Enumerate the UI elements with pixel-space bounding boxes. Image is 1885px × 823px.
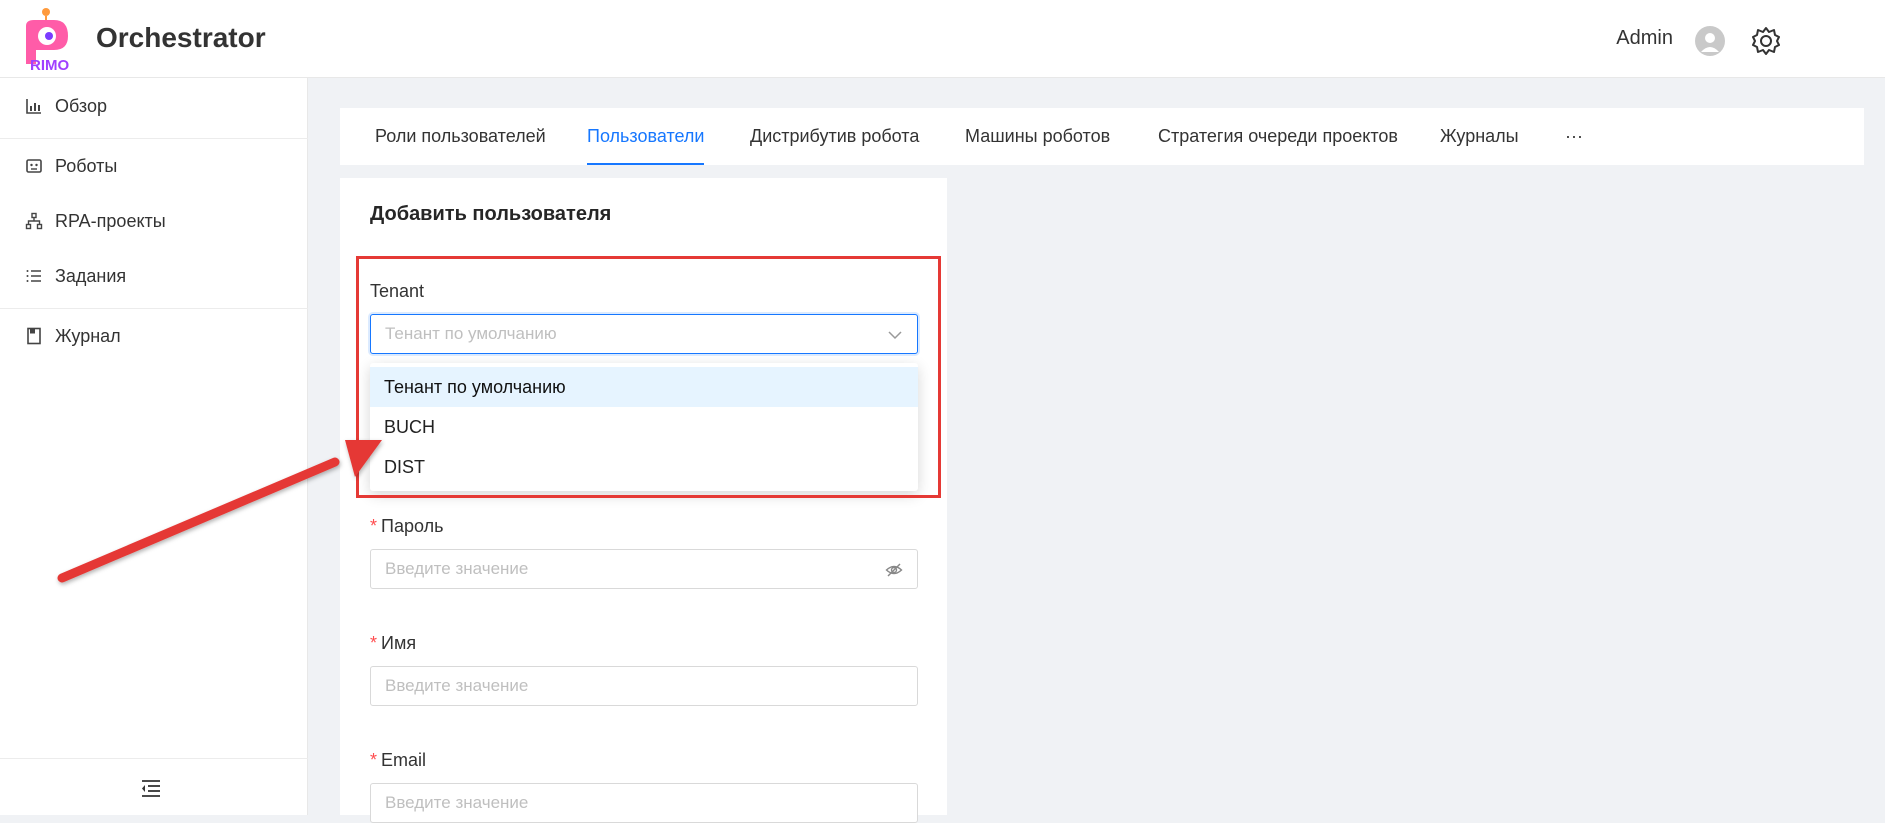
menu-fold-icon[interactable] bbox=[138, 775, 164, 801]
annotation-highlight-box bbox=[356, 256, 941, 498]
tab-more[interactable]: ··· bbox=[1565, 108, 1583, 165]
book-icon bbox=[27, 327, 41, 345]
panel-title: Добавить пользователя bbox=[370, 203, 612, 225]
tab-logs[interactable]: Журналы bbox=[1440, 108, 1519, 165]
email-label: * Email bbox=[370, 750, 427, 770]
user-avatar-icon[interactable] bbox=[1695, 26, 1725, 56]
primo-logo-icon[interactable]: RIMO bbox=[20, 6, 78, 72]
password-label: * Пароль bbox=[370, 516, 444, 536]
robot-icon bbox=[26, 159, 42, 173]
tab-users[interactable]: Пользователи bbox=[587, 108, 705, 165]
sidebar-item-label: Роботы bbox=[55, 155, 118, 176]
top-header: RIMO Orchestrator Admin bbox=[0, 0, 1885, 78]
eye-invisible-icon[interactable] bbox=[885, 561, 903, 579]
svg-text:RIMO: RIMO bbox=[30, 57, 69, 72]
bar-chart-icon bbox=[26, 99, 41, 114]
hierarchy-icon bbox=[25, 212, 43, 230]
sidebar-item-label: Задания bbox=[55, 265, 127, 286]
sidebar-item-label: RPA-проекты bbox=[55, 210, 166, 231]
user-name[interactable]: Admin bbox=[1616, 27, 1673, 50]
tab-user-roles[interactable]: Роли пользователей bbox=[375, 108, 546, 165]
app-title: Orchestrator bbox=[96, 22, 266, 53]
tab-robot-distribution[interactable]: Дистрибутив робота bbox=[750, 108, 919, 165]
sidebar-item-rpa-projects[interactable]: RPA-проекты bbox=[0, 193, 308, 249]
password-placeholder: Введите значение bbox=[385, 559, 529, 578]
required-mark: * bbox=[370, 633, 378, 653]
tab-robot-machines[interactable]: Машины роботов bbox=[965, 108, 1110, 165]
sidebar-item-label: Журнал bbox=[55, 325, 121, 346]
list-icon bbox=[26, 270, 41, 282]
sidebar: Обзор Роботы RPA-проекты Задания Журнал bbox=[0, 78, 308, 815]
first-name-label: * Имя bbox=[370, 633, 417, 653]
sidebar-item-label: Обзор bbox=[55, 95, 107, 116]
tabs-bar: Роли пользователей Пользователи Дистрибу… bbox=[340, 108, 1864, 165]
email-input[interactable]: Введите значение bbox=[370, 783, 918, 823]
first-name-placeholder: Введите значение bbox=[385, 676, 529, 695]
sidebar-item-overview[interactable]: Обзор bbox=[0, 78, 308, 134]
password-input[interactable]: Введите значение bbox=[370, 549, 918, 589]
first-name-input[interactable]: Введите значение bbox=[370, 666, 918, 706]
email-placeholder: Введите значение bbox=[385, 793, 529, 812]
sidebar-divider bbox=[0, 758, 308, 759]
required-mark: * bbox=[370, 750, 378, 770]
sidebar-item-tasks[interactable]: Задания bbox=[0, 248, 308, 304]
required-mark: * bbox=[370, 516, 378, 536]
sidebar-item-journal[interactable]: Журнал bbox=[0, 308, 308, 364]
gear-icon[interactable] bbox=[1750, 25, 1782, 57]
tab-project-queue-strategy[interactable]: Стратегия очереди проектов bbox=[1158, 108, 1398, 165]
sidebar-item-robots[interactable]: Роботы bbox=[0, 138, 308, 194]
